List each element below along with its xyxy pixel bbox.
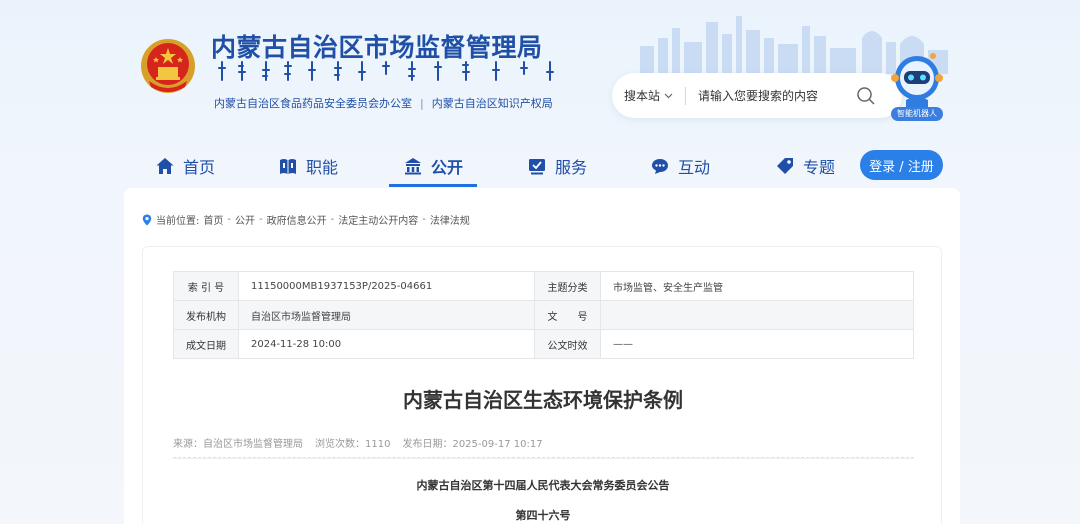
document-card: 索 引 号 11150000MB1937153P/2025-04661 主题分类… (142, 246, 942, 524)
breadcrumb: 当前位置: 首页 - 公开 - 政府信息公开 - 法定主动公开内容 - 法律法规 (142, 212, 470, 227)
nav-item-home[interactable]: 首页 (155, 145, 215, 187)
document-announcement-number: 第四十六号 (515, 509, 571, 522)
nav-label-home: 首页 (183, 158, 216, 177)
national-emblem-icon (141, 39, 195, 93)
meta-value-index: 11150000MB1937153P/2025-04661 (238, 271, 535, 301)
nav-label-functions: 职能 (306, 158, 339, 177)
breadcrumb-public[interactable]: 公开 (235, 212, 255, 227)
table-row: 索 引 号 11150000MB1937153P/2025-04661 主题分类… (173, 271, 914, 301)
meta-label-category: 主题分类 (534, 271, 601, 301)
meta-label-doc-number: 文 号 (534, 300, 601, 330)
login-register-button[interactable]: 登录 / 注册 (860, 150, 943, 180)
nav-item-services[interactable]: 服务 (527, 145, 587, 187)
breadcrumb-separator: - (422, 214, 426, 225)
document-announcement-heading: 内蒙古自治区第十四届人民代表大会常务委员会公告 (416, 479, 670, 492)
document-title: 内蒙古自治区生态环境保护条例 (403, 388, 683, 412)
nav-item-interaction[interactable]: 互动 (650, 145, 710, 187)
building-icon (405, 158, 421, 175)
mongolian-title-script (218, 61, 554, 81)
breadcrumb-gov-info[interactable]: 政府信息公开 (267, 212, 327, 227)
breadcrumb-prefix: 当前位置: (156, 216, 200, 227)
meta-label-validity: 公文时效 (534, 329, 601, 359)
content-panel: 当前位置: 首页 - 公开 - 政府信息公开 - 法定主动公开内容 - 法律法规… (124, 188, 960, 524)
home-icon (156, 158, 174, 174)
robot-label[interactable]: 智能机器人 (891, 107, 943, 121)
document-views: 浏览次数：1110 (315, 439, 391, 450)
sub-agency-links: 内蒙古自治区食品药品安全委员会办公室 | 内蒙古自治区知识产权局 (214, 95, 553, 111)
breadcrumb-statutory[interactable]: 法定主动公开内容 (338, 212, 418, 227)
nav-item-public[interactable]: 公开 (388, 145, 478, 187)
search-input[interactable] (698, 88, 849, 103)
nav-label-services: 服务 (555, 158, 588, 177)
meta-value-date: 2024-11-28 10:00 (238, 329, 535, 359)
meta-value-publisher: 自治区市场监督管理局 (238, 300, 535, 330)
main-nav: 首页 职能 公开 服务 互动 专题 登录 / 注册 (140, 145, 960, 187)
document-source: 来源：自治区市场监督管理局 (173, 439, 303, 450)
nav-label-topics: 专题 (803, 158, 836, 177)
meta-value-validity: —— (600, 329, 914, 359)
breadcrumb-separator: - (330, 214, 335, 225)
breadcrumb-separator: - (227, 214, 231, 225)
search-icon[interactable] (856, 86, 876, 106)
checklist-icon (529, 159, 545, 175)
chat-icon (652, 159, 668, 174)
table-row: 成文日期 2024-11-28 10:00 公文时效 —— (173, 329, 914, 359)
nav-label-public: 公开 (431, 158, 464, 177)
search-scope-select[interactable]: 搜本站 (624, 87, 673, 104)
table-row: 发布机构 自治区市场监督管理局 文 号 (173, 300, 914, 330)
nav-label-interaction: 互动 (678, 158, 711, 177)
site-header: 内蒙古自治区市场监督管理局 内蒙古自治区食品药品安全委员会办公室 | 内蒙古自治… (0, 0, 1080, 140)
document-info: 来源：自治区市场监督管理局 浏览次数：1110 发布日期：2025-09-17 … (173, 435, 543, 450)
sub-link-separator: | (420, 96, 424, 110)
meta-value-category: 市场监管、安全生产监管 (600, 271, 914, 301)
search-box: 搜本站 (612, 73, 902, 118)
breadcrumb-separator: - (258, 214, 263, 225)
site-title[interactable]: 内蒙古自治区市场监督管理局 (211, 28, 543, 64)
meta-label-date: 成文日期 (173, 329, 239, 359)
chevron-down-icon (664, 93, 673, 98)
meta-label-index: 索 引 号 (173, 271, 239, 301)
document-divider (173, 457, 914, 459)
sub-link-food-safety[interactable]: 内蒙古自治区食品药品安全委员会办公室 (214, 95, 412, 111)
book-icon (280, 159, 296, 174)
breadcrumb-laws[interactable]: 法律法规 (430, 212, 470, 227)
location-pin-icon (142, 214, 152, 225)
meta-value-doc-number (600, 300, 914, 330)
sub-link-ip-office[interactable]: 内蒙古自治区知识产权局 (432, 95, 553, 111)
meta-label-publisher: 发布机构 (173, 300, 239, 330)
search-scope-label: 搜本站 (624, 89, 661, 103)
nav-item-functions[interactable]: 职能 (278, 145, 338, 187)
document-publish-date: 发布日期：2025-09-17 10:17 (402, 439, 543, 450)
breadcrumb-home[interactable]: 首页 (203, 212, 223, 227)
tag-icon (777, 158, 793, 174)
document-meta-table: 索 引 号 11150000MB1937153P/2025-04661 主题分类… (173, 271, 914, 359)
nav-item-topics[interactable]: 专题 (775, 145, 835, 187)
search-divider (685, 86, 687, 105)
